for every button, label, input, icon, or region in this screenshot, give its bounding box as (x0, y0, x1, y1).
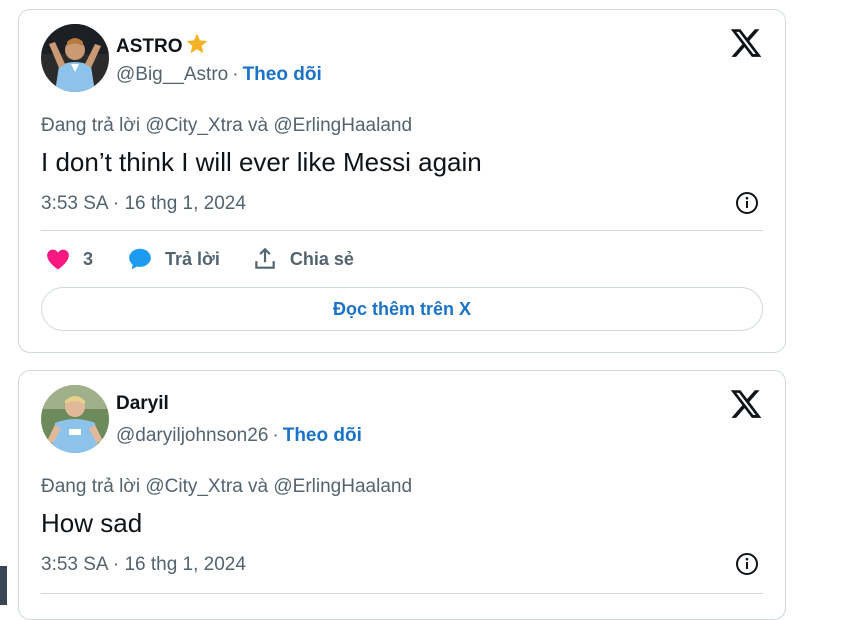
like-button[interactable]: 3 (45, 246, 93, 272)
timestamp[interactable]: 3:53 SA · 16 thg 1, 2024 (41, 554, 246, 576)
tweet-card: Daryil @daryiljohnson26 · Theo dõi Đang tr… (18, 370, 786, 620)
reply-to-text: Đang trả lời @City_Xtra và @ErlingHaalan… (41, 115, 413, 136)
avatar[interactable] (41, 24, 109, 92)
like-count: 3 (83, 248, 94, 269)
handle[interactable]: @Big__Astro (116, 64, 228, 85)
x-logo-icon[interactable] (729, 26, 763, 60)
share-button[interactable]: Chia sẻ (252, 246, 354, 272)
reply-button[interactable]: Trả lời (127, 246, 220, 272)
heart-icon (45, 246, 71, 272)
tweet-text: I don’t think I will ever like Messi aga… (41, 147, 482, 177)
handle-row: @daryiljohnson26 · Theo dõi (116, 425, 362, 447)
handle-row: @Big__Astro · Theo dõi (116, 64, 322, 86)
timestamp[interactable]: 3:53 SA · 16 thg 1, 2024 (41, 193, 246, 215)
speech-bubble-icon (127, 246, 153, 272)
separator: · (232, 64, 239, 85)
read-more-on-x-button[interactable]: Đọc thêm trên X (41, 287, 763, 331)
info-icon[interactable] (735, 191, 759, 215)
reply-label: Trả lời (165, 248, 220, 269)
reply-to-text: Đang trả lời @City_Xtra và @ErlingHaalan… (41, 476, 413, 497)
follow-button[interactable]: Theo dõi (283, 425, 362, 446)
name-row: Daryil (116, 393, 169, 415)
separator: · (272, 425, 279, 446)
divider (41, 230, 763, 231)
tweet-card: ASTRO @Big__Astro · Theo dõi Đang trả lời … (18, 9, 786, 353)
info-icon[interactable] (735, 552, 759, 576)
name-row: ASTRO (116, 32, 209, 61)
handle[interactable]: @daryiljohnson26 (116, 425, 268, 446)
action-bar: 3 Trả lời Chia sẻ (45, 246, 354, 272)
window-edge (0, 566, 7, 605)
display-name[interactable]: Daryil (116, 393, 169, 415)
star-icon (185, 32, 209, 61)
tweet-text: How sad (41, 508, 143, 538)
share-label: Chia sẻ (289, 248, 354, 269)
x-logo-icon[interactable] (729, 387, 763, 421)
share-icon (252, 246, 278, 272)
divider (41, 593, 763, 594)
avatar[interactable] (41, 385, 109, 453)
display-name[interactable]: ASTRO (116, 36, 183, 58)
follow-button[interactable]: Theo dõi (243, 64, 322, 85)
